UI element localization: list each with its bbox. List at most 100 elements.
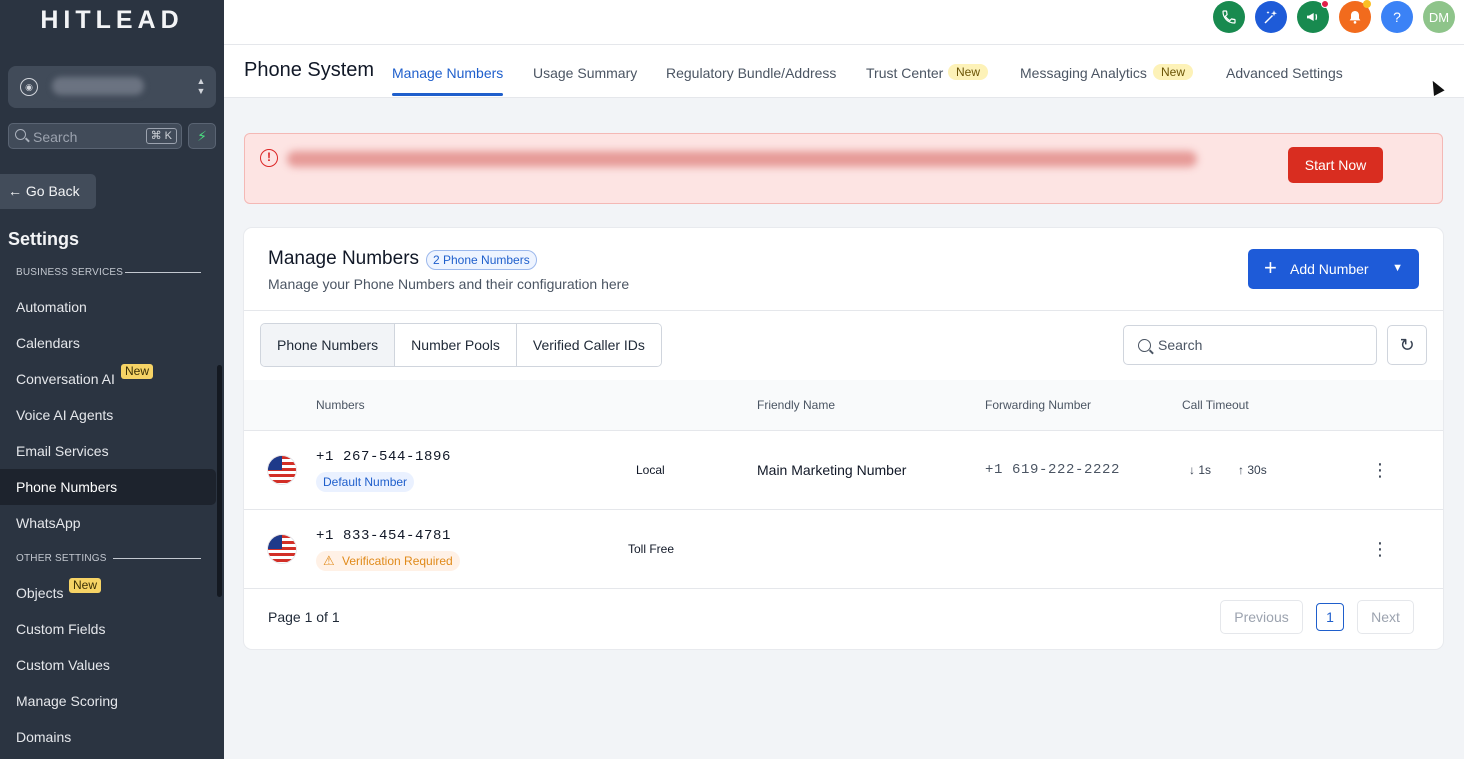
info-icon: ! [260,149,278,167]
refresh-icon: ↻ [1399,335,1415,355]
table-row[interactable]: +1 267-544-1896 Default Number Local Mai… [244,431,1443,510]
search-icon [1138,339,1151,352]
help-button[interactable]: ? [1381,1,1413,33]
us-flag-icon [268,535,296,563]
pagination-info: Page 1 of 1 [268,609,340,625]
page-header: Phone System Manage Numbers Usage Summar… [224,45,1464,98]
arrow-left-icon: ← [8,183,22,199]
announcements-button[interactable] [1297,0,1329,33]
magic-wand-icon [1264,10,1277,24]
avatar-initials: DM [1428,9,1450,25]
start-now-button[interactable]: Start Now [1288,147,1383,183]
segment-phone-numbers[interactable]: Phone Numbers [261,324,396,366]
bell-icon [1349,11,1361,24]
lightning-icon: ⚡ [197,128,207,144]
tab-messaging-analytics[interactable]: Messaging Analytics [1020,65,1147,81]
number-type: Local [636,463,665,477]
page-title: Phone System [244,59,375,81]
sidebar-item-conversation-ai[interactable]: Conversation AI [0,361,216,397]
megaphone-icon [1307,13,1318,21]
search-icon [15,129,26,140]
timeout-down-value: 1s [1198,463,1212,477]
account-switcher[interactable]: ◉ ▲ ▼ [8,66,216,108]
segment-number-pools[interactable]: Number Pools [395,324,517,366]
column-header-numbers: Numbers [316,398,365,412]
phone-number: +1 267-544-1896 [316,449,452,465]
verification-required-label: Verification Required [342,554,453,568]
location-icon: ◉ [20,78,38,96]
account-name-redacted [52,77,144,95]
phone-number: +1 833-454-4781 [316,528,452,544]
sidebar-item-phone-numbers[interactable]: Phone Numbers [0,469,216,505]
ai-assistant-button[interactable] [1255,1,1287,33]
sidebar-search-input[interactable]: Search ⌘ K [8,123,182,149]
number-type: Toll Free [628,542,675,556]
refresh-button[interactable]: ↻ [1387,325,1427,365]
table-row[interactable]: +1 833-454-4781 ⚠ Verification Required … [244,510,1443,589]
alert-banner: ! Start Now [244,133,1443,204]
sidebar-search-placeholder: Search [33,129,78,145]
chevron-updown-icon: ▲ ▼ [196,76,206,96]
segment-verified-caller-ids[interactable]: Verified Caller IDs [516,324,661,366]
default-number-tag: Default Number [316,472,415,492]
previous-page-button[interactable]: Previous [1220,600,1303,634]
row-menu-icon[interactable]: ⋮ [1371,461,1389,479]
friendly-name: Main Marketing Number [757,462,907,478]
column-header-friendly-name: Friendly Name [757,398,836,412]
table-header: Numbers Friendly Name Forwarding Number … [244,380,1443,430]
quick-actions-button[interactable]: ⚡ [188,123,216,149]
arrow-down-icon: ↓ [1189,463,1195,477]
timeout-down: ↓ 1s [1189,463,1211,477]
search-shortcut-hint: ⌘ K [145,128,177,144]
alert-message-redacted [287,151,1197,167]
sidebar-item-manage-scoring[interactable]: Manage Scoring [0,683,216,719]
notifications-button[interactable] [1339,0,1371,33]
column-header-forwarding-number: Forwarding Number [985,398,1092,412]
app-logo: HITLEAD [40,6,184,34]
sidebar-item-automation[interactable]: Automation [0,289,216,325]
tab-regulatory-bundle[interactable]: Regulatory Bundle/Address [666,65,836,81]
sidebar-item-custom-values[interactable]: Custom Values [0,647,216,683]
column-header-call-timeout: Call Timeout [1182,398,1249,412]
sidebar-item-email-services[interactable]: Email Services [0,433,216,469]
user-avatar[interactable]: DM [1423,1,1455,33]
sidebar-item-domains[interactable]: Domains [0,719,216,755]
sidebar-item-custom-fields[interactable]: Custom Fields [0,611,216,647]
go-back-button[interactable]: ← Go Back [0,174,96,209]
notification-dot [1363,0,1371,8]
go-back-label: Go Back [25,183,80,199]
phone-call-button[interactable] [1213,1,1245,33]
next-page-button[interactable]: Next [1357,600,1414,634]
sidebar-item-objects[interactable]: Objects [0,575,216,611]
divider [244,310,1443,311]
tab-manage-numbers[interactable]: Manage Numbers [392,65,503,81]
sidebar-item-voice-ai-agents[interactable]: Voice AI Agents [0,397,216,433]
sidebar: HITLEAD ◉ ▲ ▼ Search ⌘ K ⚡ ← Go Back Sett… [0,0,224,759]
divider [244,588,1443,589]
section-divider [113,558,201,559]
card-title: Manage Numbers [268,248,420,269]
new-badge: New [69,578,102,593]
table-search-input[interactable] [1158,335,1358,355]
new-badge: New [1153,64,1194,80]
number-type-segmented-control: Phone Numbers Number Pools Verified Call… [260,323,662,367]
tab-usage-summary[interactable]: Usage Summary [533,65,637,81]
chevron-down-icon: ▼ [1392,262,1403,274]
tab-advanced-settings[interactable]: Advanced Settings [1226,65,1343,81]
section-label-other: OTHER SETTINGS [16,553,107,564]
row-menu-icon[interactable]: ⋮ [1371,540,1389,558]
page-number-button[interactable]: 1 [1316,603,1344,631]
arrow-up-icon: ↑ [1238,463,1244,477]
sidebar-item-calendars[interactable]: Calendars [0,325,216,361]
section-divider [125,272,201,273]
section-label-business: BUSINESS SERVICES [16,267,124,278]
phone-count-badge: 2 Phone Numbers [426,250,537,270]
new-badge: New [948,64,989,80]
add-number-label: Add Number [1290,261,1369,277]
plus-icon: + [1264,255,1277,280]
settings-heading: Settings [8,229,80,249]
sidebar-item-whatsapp[interactable]: WhatsApp [0,505,216,541]
sidebar-scrollbar[interactable] [217,365,222,597]
tab-trust-center[interactable]: Trust Center [866,65,943,81]
add-number-button[interactable]: + Add Number ▼ [1248,249,1419,289]
